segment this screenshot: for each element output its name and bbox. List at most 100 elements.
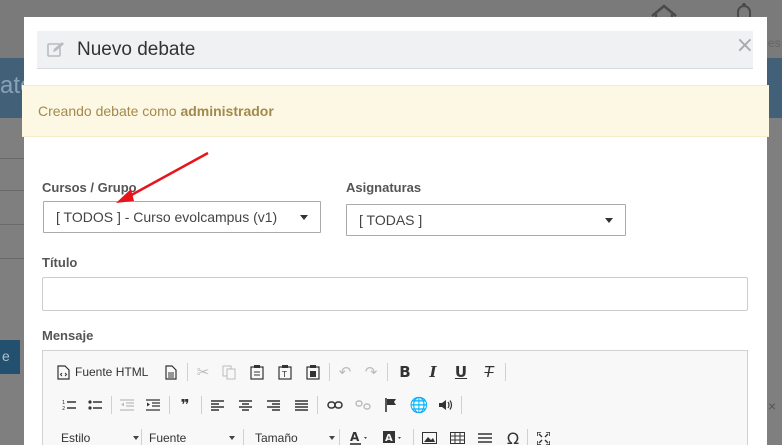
chevron-down-icon (605, 218, 613, 223)
indent-icon (146, 399, 160, 411)
table-icon (449, 432, 465, 444)
alert-role: administrador (180, 103, 274, 119)
link-button[interactable] (323, 392, 347, 418)
background-color-button[interactable]: A (379, 425, 409, 445)
title-label: Título (42, 255, 78, 270)
bold-button[interactable]: B (393, 359, 417, 385)
flag-icon (385, 398, 396, 412)
toolbar-separator (317, 396, 318, 414)
chevron-down-icon (133, 436, 139, 440)
chevron-down-icon (300, 215, 308, 220)
toolbar-separator (387, 363, 388, 381)
font-combo-label: Fuente (149, 431, 187, 445)
redo-icon: ↷ (364, 363, 378, 381)
image-button[interactable] (417, 425, 441, 445)
speaker-icon (438, 400, 452, 410)
close-icon[interactable]: × (736, 35, 754, 57)
bullet-list-button[interactable] (83, 392, 107, 418)
audio-button[interactable] (433, 392, 457, 418)
paste-button[interactable] (245, 359, 269, 385)
new-debate-modal: Nuevo debate × Creando debate como admin… (22, 17, 769, 445)
text-color-icon: A (350, 431, 367, 445)
svg-text:2: 2 (62, 406, 65, 411)
toolbar-separator (187, 363, 188, 381)
blockquote-button[interactable]: ❞ (173, 392, 197, 418)
undo-button[interactable]: ↶ (333, 359, 357, 385)
align-center-button[interactable] (233, 392, 257, 418)
table-button[interactable] (445, 425, 469, 445)
font-combo[interactable]: Fuente (149, 425, 239, 445)
paste-word-button[interactable] (301, 359, 325, 385)
cut-button[interactable]: ✂ (191, 359, 215, 385)
background-right-text: es (768, 36, 781, 50)
italic-button[interactable]: I (421, 359, 445, 385)
paste-text-button[interactable]: T (273, 359, 297, 385)
indent-button[interactable] (141, 392, 165, 418)
background-close-glyph: × (768, 398, 777, 414)
underline-icon: U (454, 363, 468, 381)
paste-word-icon (306, 365, 320, 380)
anchor-button[interactable] (379, 392, 403, 418)
underline-button[interactable]: U (449, 359, 473, 385)
bullet-list-icon (88, 400, 102, 410)
text-color-button[interactable]: A (345, 425, 375, 445)
justify-button[interactable] (289, 392, 313, 418)
align-right-button[interactable] (261, 392, 285, 418)
toolbar-separator (527, 429, 528, 445)
toolbar-separator (141, 429, 142, 445)
modal-header: Nuevo debate × (37, 31, 754, 69)
subjects-label: Asignaturas (346, 180, 422, 195)
toolbar-separator (243, 429, 244, 445)
courses-label: Cursos / Grupo (42, 180, 137, 195)
toolbar-separator (329, 363, 330, 381)
alert-text: Creando debate como administrador (38, 103, 274, 119)
message-label: Mensaje (42, 328, 94, 343)
remove-format-icon: T (484, 363, 494, 381)
paste-text-icon: T (278, 365, 292, 380)
numbered-list-icon: 12 (62, 400, 76, 411)
chevron-down-icon (329, 436, 335, 440)
unlink-button[interactable] (351, 392, 375, 418)
svg-text:A: A (385, 433, 393, 444)
scissors-icon: ✂ (196, 363, 210, 381)
info-alert: Creando debate como administrador (22, 85, 769, 137)
style-combo-label: Estilo (61, 431, 91, 445)
bold-icon: B (399, 363, 411, 381)
justify-icon (294, 399, 308, 411)
align-left-button[interactable] (205, 392, 229, 418)
edit-icon (47, 42, 64, 57)
toolbar-separator (461, 396, 462, 414)
rich-text-editor: Fuente HTML ✂ T ↶ ↷ B I U T 1 2 ❞ 🌐 Esti… (42, 350, 748, 445)
remove-format-button[interactable]: T (477, 359, 501, 385)
title-input[interactable] (42, 277, 748, 311)
background-color-icon: A (383, 431, 401, 444)
courses-select[interactable]: [ TODOS ] - Curso evolcampus (v1) (43, 201, 321, 233)
style-combo[interactable]: Estilo (61, 425, 141, 445)
new-page-button[interactable] (159, 359, 183, 385)
redo-button[interactable]: ↷ (359, 359, 383, 385)
toolbar-separator (169, 396, 170, 414)
outdent-button[interactable] (115, 392, 139, 418)
clipboard-icon (250, 365, 264, 380)
copy-button[interactable] (217, 359, 241, 385)
toolbar-row-1: Fuente HTML ✂ T ↶ ↷ B I U T (51, 359, 741, 385)
toolbar-row-2: 12 ❞ 🌐 (51, 392, 741, 418)
subjects-select[interactable]: [ TODAS ] (346, 204, 626, 236)
background-divider (0, 158, 24, 159)
special-char-button[interactable]: Ω (501, 425, 525, 445)
svg-text:T: T (281, 370, 287, 379)
iframe-button[interactable]: 🌐 (407, 392, 431, 418)
background-divider (0, 190, 24, 191)
toolbar-separator (201, 396, 202, 414)
maximize-button[interactable] (531, 425, 555, 445)
source-html-button[interactable]: Fuente HTML (57, 359, 155, 385)
background-divider (0, 258, 24, 259)
document-icon (165, 364, 177, 380)
horizontal-rule-button[interactable] (473, 425, 497, 445)
toolbar-row-3: Estilo Fuente Tamaño A A Ω (51, 425, 741, 445)
numbered-list-button[interactable]: 12 (57, 392, 81, 418)
background-side-button: e (0, 340, 20, 374)
size-combo[interactable]: Tamaño (255, 425, 335, 445)
toolbar-separator (339, 429, 340, 445)
image-icon (421, 432, 437, 444)
